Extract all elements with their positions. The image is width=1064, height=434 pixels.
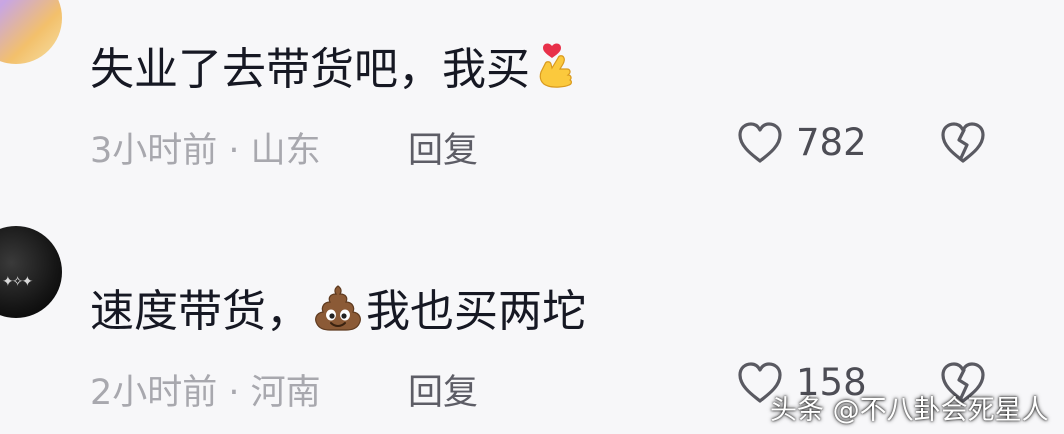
heart-hands-icon — [539, 43, 572, 88]
avatar[interactable] — [0, 0, 62, 64]
comment-time-location: 3小时前 · 山东 — [90, 131, 321, 171]
comment-text: 失业了去带货吧，我买 — [90, 40, 586, 98]
avatar[interactable]: ✦✧✦ — [0, 226, 62, 318]
comment-list: 失业了去带货吧，我买 3小时前 · 山东 回复 782 ✦✧✦ 速度带货， 我也… — [0, 0, 1064, 434]
comment-text: 速度带货， 我也买两坨 — [90, 282, 586, 340]
like-count: 782 — [796, 121, 867, 164]
watermark: 头条 @不八卦会死星人 — [770, 395, 1049, 426]
comment-item: 失业了去带货吧，我买 3小时前 · 山东 回复 782 — [0, 0, 1064, 190]
avatar-decoration: ✦✧✦ — [2, 274, 33, 290]
comment-text-part: 我也买两坨 — [366, 286, 586, 337]
comment-time-location: 2小时前 · 河南 — [90, 373, 321, 413]
broken-heart-icon[interactable] — [938, 118, 988, 168]
comment-text-part: 失业了去带货吧，我买 — [90, 44, 530, 95]
heart-outline-icon[interactable] — [735, 118, 785, 168]
reply-button[interactable]: 回复 — [408, 364, 478, 415]
poop-icon — [315, 285, 361, 331]
reply-button[interactable]: 回复 — [408, 122, 478, 173]
comment-text-part: 速度带货， — [90, 286, 310, 337]
